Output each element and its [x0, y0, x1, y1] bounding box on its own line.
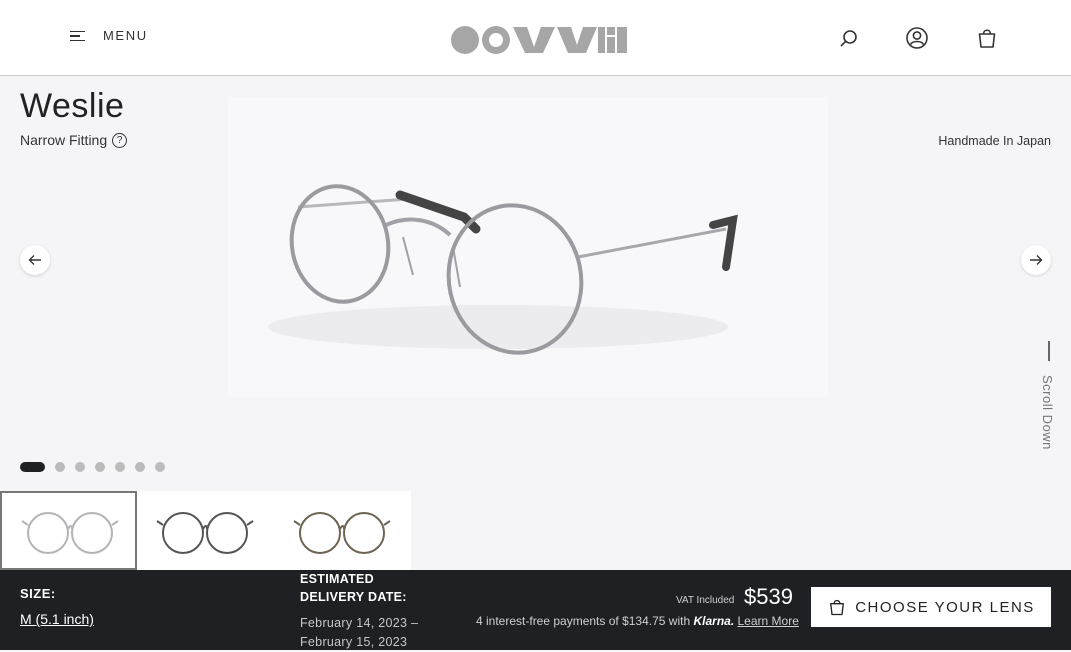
scroll-down-hint[interactable]: Scroll Down [1040, 341, 1058, 461]
carousel-indicators [20, 462, 165, 472]
price: $539 [744, 584, 793, 609]
variant-thumbnail-gold[interactable] [274, 491, 411, 570]
carousel-dot[interactable] [55, 462, 65, 472]
delivery-date: February 14, 2023 – February 15, 2023 [300, 616, 419, 649]
hamburger-icon [70, 30, 85, 42]
carousel-dot[interactable] [20, 462, 45, 472]
purchase-bar: SIZE: M (5.1 inch) ESTIMATED DELIVERY DA… [0, 570, 1071, 650]
size-selector[interactable]: M (5.1 inch) [20, 611, 94, 627]
menu-label: MENU [103, 28, 148, 43]
choose-lens-label: CHOOSE YOUR LENS [855, 598, 1035, 616]
variant-thumbnail-gunmetal[interactable] [137, 491, 274, 570]
klarna-logo: Klarna. [693, 614, 735, 628]
color-variants [0, 491, 1071, 570]
glasses-illustration [268, 184, 738, 355]
vat-note: VAT Included [676, 595, 735, 606]
carousel-dot[interactable] [115, 462, 125, 472]
choose-lens-button[interactable]: CHOOSE YOUR LENS [811, 587, 1051, 627]
site-header: MENU [0, 0, 1071, 76]
glasses-thumbnail [156, 512, 254, 554]
arrow-left-icon [28, 255, 41, 265]
carousel-dot[interactable] [135, 462, 145, 472]
product-title: Weslie [20, 87, 125, 125]
installment-info: 4 interest-free payments of $134.75 with… [476, 614, 799, 628]
carousel-dot[interactable] [95, 462, 105, 472]
fitting-info: Narrow Fitting ? [20, 132, 128, 148]
learn-more-link[interactable]: Learn More [738, 614, 799, 628]
arrow-right-icon [1030, 255, 1043, 265]
account-icon[interactable] [905, 26, 929, 50]
product-gallery: Weslie Narrow Fitting ? Handmade In Japa… [0, 77, 1071, 491]
size-label: SIZE: [20, 586, 56, 601]
carousel-dot[interactable] [75, 462, 85, 472]
scroll-down-label: Scroll Down [1040, 375, 1055, 450]
installment-text: 4 interest-free payments of $134.75 with [476, 614, 691, 628]
glasses-thumbnail [293, 512, 391, 554]
brand-logo[interactable] [450, 25, 628, 55]
carousel-dot[interactable] [155, 462, 165, 472]
search-icon[interactable] [837, 26, 861, 50]
bag-icon [830, 599, 845, 616]
glasses-thumbnail [21, 512, 119, 554]
fitting-label: Narrow Fitting [20, 132, 108, 148]
product-image [228, 97, 828, 397]
next-image-button[interactable] [1021, 245, 1051, 275]
previous-image-button[interactable] [20, 245, 50, 275]
menu-button[interactable]: MENU [70, 28, 148, 43]
help-icon[interactable]: ? [112, 132, 128, 148]
origin-label: Handmade In Japan [938, 134, 1051, 148]
variant-thumbnail-silver[interactable] [0, 491, 137, 570]
bag-icon[interactable] [975, 26, 999, 50]
scroll-line [1048, 341, 1050, 361]
delivery-label: ESTIMATED DELIVERY DATE: [300, 572, 407, 604]
